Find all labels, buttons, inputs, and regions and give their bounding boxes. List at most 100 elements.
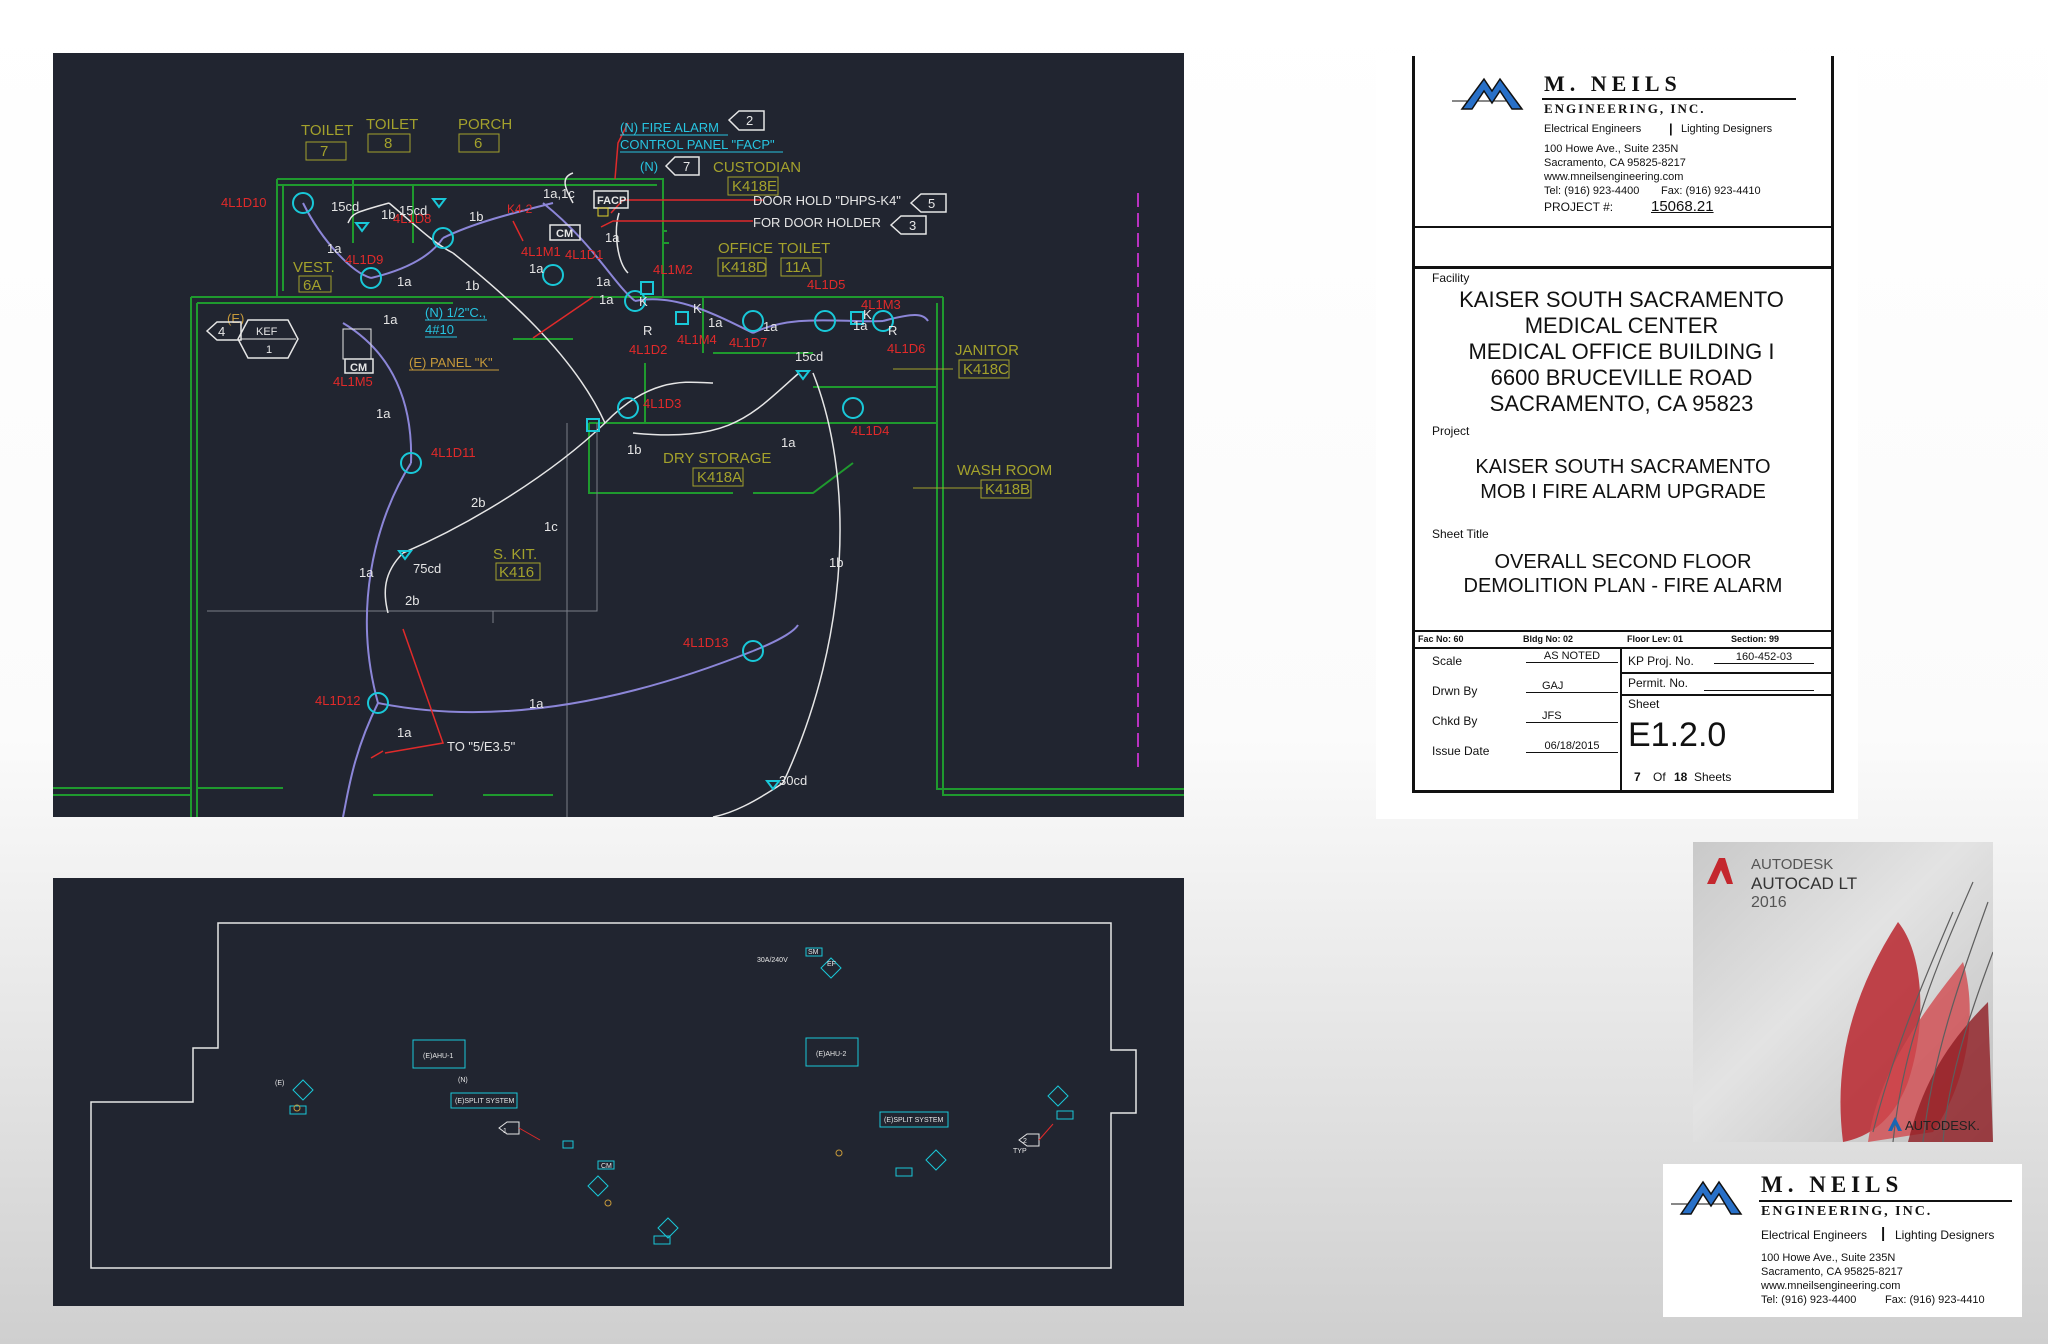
card-website: www.mneilsengineering.com	[1761, 1280, 1901, 1292]
room-label: TOILET	[366, 116, 418, 133]
floor-plan-viewport[interactable]: TOILET 7 TOILET 8 PORCH 6 CUSTODIAN K418…	[53, 53, 1184, 817]
room-number: 6A	[303, 277, 321, 294]
project-block: KAISER SOUTH SACRAMENTO MOB I FIRE ALARM…	[1412, 455, 1834, 505]
wire-label: 1a	[397, 725, 412, 740]
kef-label: KEF	[256, 326, 278, 338]
bldg-no: Bldg No: 02	[1523, 634, 1574, 644]
wire-label: 1a	[383, 312, 398, 327]
scale-label: Scale	[1432, 654, 1463, 668]
checked-by-label: Chkd By	[1432, 714, 1478, 728]
card-discipline-left: Electrical Engineers	[1761, 1228, 1868, 1242]
room-label: S. KIT.	[493, 546, 537, 563]
roof-plan-drawing: (E)AHU-1 (E)AHU-2 (E)SPLIT SYSTEM (E)SPL…	[90, 922, 1137, 1269]
wire-label: 1a	[529, 261, 544, 276]
leader	[1038, 1123, 1054, 1141]
callout-box	[1018, 1133, 1040, 1147]
device-dot	[835, 1149, 843, 1157]
room-label: WASH ROOM	[957, 462, 1052, 479]
facility-line: MEDICAL OFFICE BUILDING I	[1468, 339, 1775, 364]
project-number: 15068.21	[1651, 198, 1714, 215]
fax: Fax: (916) 923-4410	[1661, 185, 1761, 197]
callout-text: DOOR HOLD "DHPS-K4"	[753, 193, 901, 208]
divider	[1412, 226, 1831, 228]
device-id: 4L1D9	[345, 252, 383, 267]
sheet-label: Sheet	[1628, 697, 1660, 711]
device-id: 4L1M4	[677, 332, 717, 347]
card-rule	[1759, 1200, 2012, 1202]
panel-label: (E) PANEL "K"	[409, 355, 493, 370]
company-card: M. NEILS ENGINEERING, INC. Electrical En…	[1663, 1164, 2022, 1317]
device-id: 4L1M5	[333, 374, 373, 389]
room-label: CUSTODIAN	[713, 159, 801, 176]
roof-plan-viewport[interactable]: (E)AHU-1 (E)AHU-2 (E)SPLIT SYSTEM (E)SPL…	[53, 878, 1184, 1306]
wire-label: 1c	[544, 519, 558, 534]
wire-label: 15cd	[795, 349, 823, 364]
letter-k: K	[639, 294, 648, 309]
room-number: K416	[499, 564, 534, 581]
title-block: M. NEILS ENGINEERING, INC. Electrical En…	[1376, 53, 1858, 819]
sheet-title-label: Sheet Title	[1432, 527, 1489, 541]
project-label: Project	[1432, 424, 1470, 438]
facp-label: FACP	[597, 195, 626, 207]
company-name: M. NEILS	[1544, 71, 1682, 96]
device-id: 4L1D10	[221, 195, 267, 210]
address-line: 100 Howe Ave., Suite 235N	[1544, 143, 1679, 155]
device-id: 4L1M1	[521, 244, 561, 259]
neils-logo-icon	[1452, 77, 1524, 110]
leader	[518, 1127, 541, 1141]
letter-k: K	[863, 307, 872, 322]
letter-r: R	[643, 323, 652, 338]
letter-k: K	[693, 301, 702, 316]
autocad-splash: AUTODESK AUTOCAD LT 2016 AUTODESK.	[1693, 842, 1993, 1142]
callout-text: (N) FIRE ALARM	[620, 120, 719, 135]
wire-label: 1a	[708, 315, 723, 330]
room-number: K418A	[697, 469, 742, 486]
wire-label: 1a	[605, 230, 620, 245]
wire-label: 1b	[469, 209, 483, 224]
cm-label: CM	[556, 228, 573, 240]
device-id: 4L1D6	[887, 341, 925, 356]
to-note: TO "5/E3.5"	[447, 739, 516, 754]
voltage-label: 30A/240V	[757, 957, 788, 964]
wire-label: 1a	[327, 241, 342, 256]
discipline-left: Electrical Engineers	[1544, 123, 1642, 135]
room-number: 11A	[785, 259, 811, 276]
autodesk-footer: AUTODESK.	[1905, 1118, 1980, 1133]
sheet-title-line: OVERALL SECOND FLOOR	[1494, 551, 1752, 573]
company-subtitle: ENGINEERING, INC.	[1544, 101, 1706, 116]
wire-label: 2b	[471, 495, 485, 510]
permit-line	[1704, 690, 1814, 691]
device-id: 4L1D1	[565, 247, 603, 262]
wire-label: 1b	[627, 442, 641, 457]
discipline-separator: |	[1669, 121, 1673, 136]
sheets-word: Sheets	[1694, 770, 1732, 784]
callout-number: 5	[928, 196, 935, 211]
kef-num: 1	[266, 344, 272, 356]
autocad-logo-icon	[1707, 858, 1733, 884]
checked-by-value: JFS	[1526, 710, 1618, 723]
device-id: 4L1D12	[315, 693, 361, 708]
sheet-total: 18	[1674, 770, 1688, 784]
fac-no: Fac No: 60	[1418, 634, 1464, 644]
tel: Tel: (916) 923-4400	[1544, 185, 1640, 197]
device-id: 4L1D5	[807, 277, 845, 292]
ahu1-label: (E)AHU-1	[423, 1053, 453, 1060]
wire-label: 1a	[359, 565, 374, 580]
wire-label: 1a	[376, 406, 391, 421]
project-line: KAISER SOUTH SACRAMENTO	[1475, 456, 1771, 478]
drawn-by-value: GAJ	[1526, 680, 1618, 693]
room-label: VEST.	[293, 259, 335, 276]
card-address-line: Sacramento, CA 95825-8217	[1761, 1266, 1903, 1278]
facility-line: MEDICAL CENTER	[1524, 313, 1719, 338]
cm-label: CM	[601, 1163, 612, 1170]
wire-label: 75cd	[413, 561, 441, 576]
ef-label: EF	[827, 961, 836, 968]
autodesk-mark-icon	[1888, 1117, 1902, 1131]
device-id: 4L1M2	[653, 262, 693, 277]
project-line: MOB I FIRE ALARM UPGRADE	[1480, 481, 1766, 503]
ahu2-label: (E)AHU-2	[816, 1051, 846, 1058]
card-discipline-right: Lighting Designers	[1895, 1228, 1995, 1242]
address-line: Sacramento, CA 95825-8217	[1544, 157, 1686, 169]
divider-vertical	[1620, 647, 1622, 793]
split2-label: (E)SPLIT SYSTEM	[884, 1117, 944, 1124]
